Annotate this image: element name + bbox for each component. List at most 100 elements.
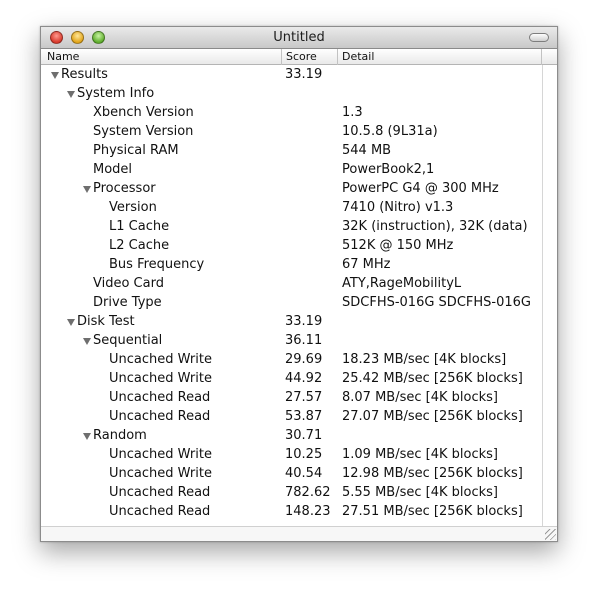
row-name: L1 Cache xyxy=(109,219,170,234)
disclosure-triangle-icon[interactable] xyxy=(67,91,75,98)
disclosure-triangle-icon[interactable] xyxy=(67,319,75,326)
row-detail: 67 MHz xyxy=(342,257,391,272)
row-name: Xbench Version xyxy=(93,105,194,120)
column-divider[interactable] xyxy=(281,49,282,65)
outline-row[interactable]: Uncached Read 53.87 27.07 MB/sec [256K blo… xyxy=(41,407,557,426)
row-name: Random xyxy=(93,428,147,443)
row-score: 148.23 xyxy=(285,504,331,519)
row-score: 10.25 xyxy=(285,447,323,462)
resize-grip-icon[interactable] xyxy=(545,529,556,540)
results-window: Untitled Name Score Detail Results 33.19 S… xyxy=(40,26,558,542)
row-detail: 512K @ 150 MHz xyxy=(342,238,454,253)
disclosure-triangle-icon[interactable] xyxy=(83,186,91,193)
outline-row[interactable]: Uncached Write 44.92 25.42 MB/sec [256K bl… xyxy=(41,369,557,388)
outline-row[interactable]: Uncached Write 40.54 12.98 MB/sec [256K bl… xyxy=(41,464,557,483)
row-name: Physical RAM xyxy=(93,143,179,158)
outline-row[interactable]: Video Card ATY,RageMobilityL xyxy=(41,274,557,293)
row-detail: 10.5.8 (9L31a) xyxy=(342,124,438,139)
row-name: System Version xyxy=(93,124,194,139)
column-divider[interactable] xyxy=(337,49,338,65)
row-name: Uncached Read xyxy=(109,485,211,500)
row-name: System Info xyxy=(77,86,155,101)
outline-row[interactable]: Uncached Read 148.23 27.51 MB/sec [256K bl… xyxy=(41,502,557,521)
outline-row[interactable]: Disk Test 33.19 xyxy=(41,312,557,331)
row-detail: 544 MB xyxy=(342,143,392,158)
row-detail: SDCFHS-016G SDCFHS-016G xyxy=(342,295,531,310)
window-title: Untitled xyxy=(273,30,325,45)
row-score: 44.92 xyxy=(285,371,323,386)
outline-row[interactable]: Uncached Read 782.62 5.55 MB/sec [4K block… xyxy=(41,483,557,502)
outline-row[interactable]: System Version 10.5.8 (9L31a) xyxy=(41,122,557,141)
row-score: 53.87 xyxy=(285,409,323,424)
column-header: Name Score Detail xyxy=(41,49,557,65)
horizontal-scrollbar[interactable] xyxy=(41,526,557,541)
outline-row[interactable]: L1 Cache 32K (instruction), 32K (data) xyxy=(41,217,557,236)
column-edge-line xyxy=(542,65,543,527)
row-name: Uncached Write xyxy=(109,447,212,462)
row-score: 36.11 xyxy=(285,333,323,348)
outline-row[interactable]: Results 33.19 xyxy=(41,65,557,84)
column-header-score[interactable]: Score xyxy=(286,50,317,64)
outline-row[interactable]: Sequential 36.11 xyxy=(41,331,557,350)
row-detail: 1.09 MB/sec [4K blocks] xyxy=(342,447,498,462)
column-header-name[interactable]: Name xyxy=(47,50,79,64)
outline-row[interactable]: Uncached Read 27.57 8.07 MB/sec [4K blocks… xyxy=(41,388,557,407)
row-detail: 27.51 MB/sec [256K blocks] xyxy=(342,504,523,519)
row-name: Drive Type xyxy=(93,295,162,310)
row-name: Uncached Write xyxy=(109,352,212,367)
row-score: 29.69 xyxy=(285,352,323,367)
row-name: Version xyxy=(109,200,157,215)
disclosure-triangle-icon[interactable] xyxy=(83,338,91,345)
row-name: Processor xyxy=(93,181,156,196)
outline-row[interactable]: System Info xyxy=(41,84,557,103)
row-detail: 8.07 MB/sec [4K blocks] xyxy=(342,390,498,405)
outline-view[interactable]: Results 33.19 System Info Xbench Version 1.3… xyxy=(41,65,557,521)
row-name: Model xyxy=(93,162,133,177)
row-name: Disk Test xyxy=(77,314,135,329)
outline-row[interactable]: Random 30.71 xyxy=(41,426,557,445)
outline-row[interactable]: Xbench Version 1.3 xyxy=(41,103,557,122)
row-detail: 12.98 MB/sec [256K blocks] xyxy=(342,466,523,481)
row-detail: 32K (instruction), 32K (data) xyxy=(342,219,528,234)
column-divider[interactable] xyxy=(541,49,542,65)
row-name: Uncached Read xyxy=(109,504,211,519)
outline-row[interactable]: Drive Type SDCFHS-016G SDCFHS-016G xyxy=(41,293,557,312)
row-name: Bus Frequency xyxy=(109,257,205,272)
row-detail: PowerBook2,1 xyxy=(342,162,435,177)
disclosure-triangle-icon[interactable] xyxy=(51,72,59,79)
row-detail: ATY,RageMobilityL xyxy=(342,276,462,291)
row-name: Uncached Write xyxy=(109,466,212,481)
row-name: Video Card xyxy=(93,276,164,291)
row-name: Uncached Read xyxy=(109,390,211,405)
outline-row[interactable]: Uncached Write 29.69 18.23 MB/sec [4K bloc… xyxy=(41,350,557,369)
title-bar[interactable]: Untitled xyxy=(41,27,557,49)
row-name: L2 Cache xyxy=(109,238,170,253)
row-detail: 25.42 MB/sec [256K blocks] xyxy=(342,371,523,386)
row-name: Results xyxy=(61,67,108,82)
row-score: 33.19 xyxy=(285,314,323,329)
row-name: Uncached Read xyxy=(109,409,211,424)
disclosure-triangle-icon[interactable] xyxy=(83,433,91,440)
outline-row[interactable]: L2 Cache 512K @ 150 MHz xyxy=(41,236,557,255)
outline-row[interactable]: Physical RAM 544 MB xyxy=(41,141,557,160)
row-detail: 7410 (Nitro) v1.3 xyxy=(342,200,454,215)
row-detail: 1.3 xyxy=(342,105,363,120)
column-header-detail[interactable]: Detail xyxy=(342,50,374,64)
row-score: 40.54 xyxy=(285,466,323,481)
outline-row[interactable]: Version 7410 (Nitro) v1.3 xyxy=(41,198,557,217)
row-detail: 18.23 MB/sec [4K blocks] xyxy=(342,352,507,367)
row-name: Uncached Write xyxy=(109,371,212,386)
outline-row[interactable]: Model PowerBook2,1 xyxy=(41,160,557,179)
row-score: 33.19 xyxy=(285,67,323,82)
row-score: 30.71 xyxy=(285,428,323,443)
row-score: 27.57 xyxy=(285,390,323,405)
outline-row[interactable]: Uncached Write 10.25 1.09 MB/sec [4K block… xyxy=(41,445,557,464)
toolbar-toggle-button[interactable] xyxy=(529,33,549,42)
row-detail: 5.55 MB/sec [4K blocks] xyxy=(342,485,498,500)
row-score: 782.62 xyxy=(285,485,331,500)
row-name: Sequential xyxy=(93,333,163,348)
outline-row[interactable]: Processor PowerPC G4 @ 300 MHz xyxy=(41,179,557,198)
outline-row[interactable]: Bus Frequency 67 MHz xyxy=(41,255,557,274)
row-detail: 27.07 MB/sec [256K blocks] xyxy=(342,409,523,424)
row-detail: PowerPC G4 @ 300 MHz xyxy=(342,181,499,196)
